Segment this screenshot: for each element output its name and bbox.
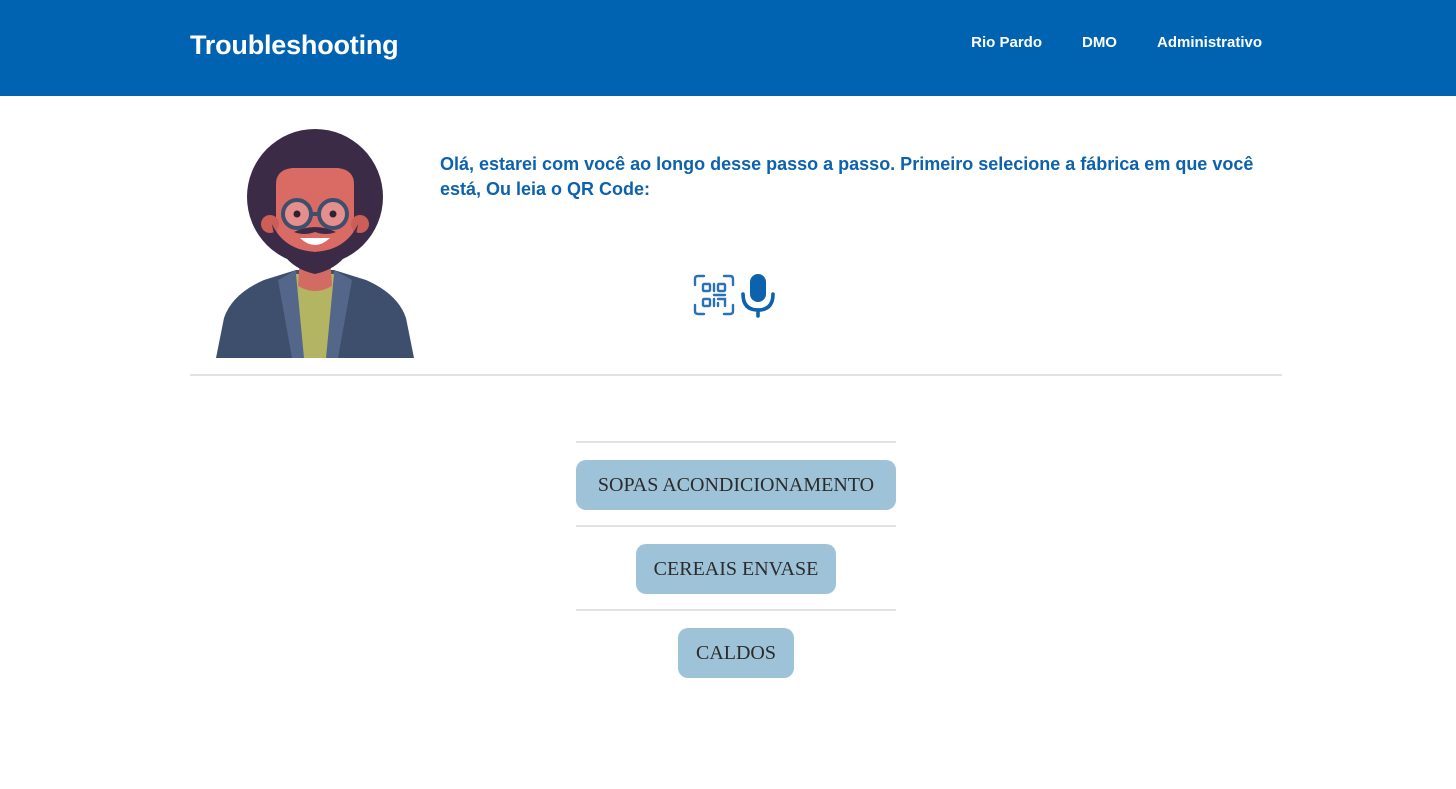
qr-code-scan-icon <box>693 274 735 316</box>
factory-list-divider <box>576 441 896 443</box>
nav-links: Rio Pardo DMO Administrativo <box>931 33 1262 53</box>
section-divider <box>190 374 1282 376</box>
nav-link-dmo[interactable]: DMO <box>1082 33 1117 53</box>
assistant-message: Olá, estarei com você ao longo desse pas… <box>440 154 1254 199</box>
factory-button-caldos[interactable]: CALDOS <box>678 628 794 678</box>
microphone-button[interactable] <box>740 272 776 318</box>
nav-link-administrativo[interactable]: Administrativo <box>1157 33 1262 53</box>
nav-link-rio-pardo[interactable]: Rio Pardo <box>971 33 1042 53</box>
top-navbar: Troubleshooting Rio Pardo DMO Administra… <box>0 0 1456 96</box>
factory-list-divider <box>576 609 896 611</box>
qr-code-scan-button[interactable] <box>693 274 735 316</box>
microphone-icon <box>741 274 775 318</box>
factory-button-cereais-envase[interactable]: CEREAIS ENVASE <box>636 544 836 594</box>
assistant-avatar-icon <box>216 129 414 358</box>
factory-list-divider <box>576 525 896 527</box>
factory-button-sopas-acondicionamento[interactable]: SOPAS ACONDICIONAMENTO <box>576 460 896 510</box>
brand-title[interactable]: Troubleshooting <box>190 28 399 62</box>
